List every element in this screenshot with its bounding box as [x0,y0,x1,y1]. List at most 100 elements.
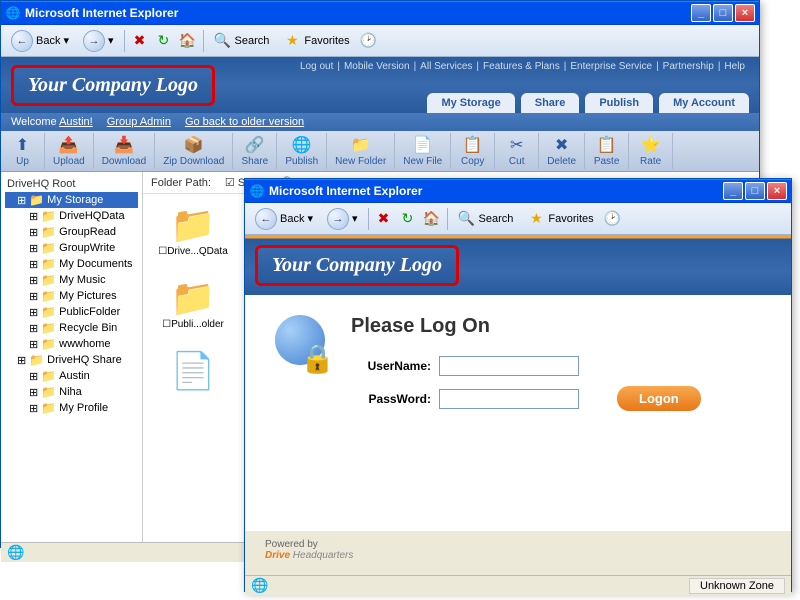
header-tab[interactable]: Share [521,93,580,113]
minimize-button[interactable]: _ [691,4,711,22]
status-bar: 🌐 Unknown Zone [245,575,791,595]
file-icon: 📄 [171,350,216,392]
search-button[interactable]: 🔍Search [454,208,518,230]
password-input[interactable] [439,389,579,409]
user-link[interactable]: Austin! [59,116,93,128]
older-version-link[interactable]: Go back to older version [185,116,304,128]
action-icon: ✖ [552,135,572,155]
header-link[interactable]: Enterprise Service [566,61,656,72]
action-zip-download[interactable]: 📦Zip Download [155,133,233,169]
brand-drive: Drive [265,550,290,561]
header-tab[interactable]: My Account [659,93,749,113]
action-new-folder[interactable]: 📁New Folder [327,133,395,169]
refresh-icon[interactable]: ↻ [399,210,417,228]
folder-icon: 📁 [41,305,56,319]
arrow-left-icon: ← [255,208,277,230]
folder-icon: 📁 [41,369,56,383]
group-admin-link[interactable]: Group Admin [107,116,171,128]
action-upload[interactable]: 📤Upload [45,133,94,169]
favorites-button[interactable]: ★Favorites [279,30,353,52]
action-up[interactable]: ⬆Up [1,133,45,169]
action-icon: 📄 [413,135,433,155]
username-input[interactable] [439,356,579,376]
home-icon[interactable]: 🏠 [179,32,197,50]
history-icon[interactable]: 🕑 [360,32,378,50]
action-paste[interactable]: 📋Paste [585,133,629,169]
folder-icon: 📁 [171,277,216,319]
favorites-button[interactable]: ★Favorites [523,208,597,230]
close-button[interactable]: × [767,182,787,200]
tree-item[interactable]: ⊞📁Niha [5,384,138,400]
tree-item[interactable]: ⊞📁wwwhome [5,336,138,352]
action-new-file[interactable]: 📄New File [395,133,451,169]
maximize-button[interactable]: □ [713,4,733,22]
header-tabs: My Storage SharePublish My Account [427,93,749,113]
folder-icon: 📁 [41,289,56,303]
maximize-button[interactable]: □ [745,182,765,200]
arrow-left-icon: ← [11,30,33,52]
tree-item[interactable]: ⊞📁GroupWrite [5,240,138,256]
ie-icon: 🌐 [249,183,265,199]
titlebar[interactable]: 🌐 Microsoft Internet Explorer _ □ × [245,179,791,203]
company-logo: Your Company Logo [28,74,198,97]
action-icon: ✂ [507,135,527,155]
header-link[interactable]: Features & Plans [479,61,564,72]
search-button[interactable]: 🔍Search [210,30,274,52]
tree-item[interactable]: ⊞📁DriveHQData [5,208,138,224]
tree-root[interactable]: DriveHQ Root [5,176,138,192]
action-delete[interactable]: ✖Delete [539,133,585,169]
header-link[interactable]: Mobile Version [340,61,414,72]
header-link[interactable]: Log out [296,61,337,72]
folder-icon: 📁 [29,193,44,207]
tree-pane: DriveHQ Root ⊞📁My Storage⊞📁DriveHQData⊞📁… [1,172,143,542]
search-icon: 🔍 [458,210,476,228]
header-link[interactable]: All Services [416,61,476,72]
ie-status-icon: 🌐 [251,577,269,595]
minimize-button[interactable]: _ [723,182,743,200]
tree-item[interactable]: ⊞📁DriveHQ Share [5,352,138,368]
action-copy[interactable]: 📋Copy [451,133,495,169]
action-icon: 🔗 [245,135,265,155]
action-cut[interactable]: ✂Cut [495,133,539,169]
tree-item[interactable]: ⊞📁My Storage [5,192,138,208]
titlebar[interactable]: 🌐 Microsoft Internet Explorer _ □ × [1,1,759,25]
separator [447,208,448,230]
tree-item[interactable]: ⊞📁My Pictures [5,288,138,304]
close-button[interactable]: × [735,4,755,22]
forward-button[interactable]: →▾ [323,206,362,232]
header-tab[interactable]: My Storage [427,93,514,113]
tree-item[interactable]: ⊞📁My Documents [5,256,138,272]
home-icon[interactable]: 🏠 [423,210,441,228]
separator [368,208,369,230]
action-download[interactable]: 📥Download [94,133,155,169]
back-button[interactable]: ←Back▾ [7,28,73,54]
forward-button[interactable]: →▾ [79,28,118,54]
folder-icon: 📁 [41,257,56,271]
stop-icon[interactable]: ✖ [131,32,149,50]
header-link[interactable]: Partnership [659,61,718,72]
tree-item[interactable]: ⊞📁PublicFolder [5,304,138,320]
arrow-right-icon: → [83,30,105,52]
logon-button[interactable]: Logon [617,386,701,411]
action-rate[interactable]: ⭐Rate [629,133,673,169]
tree-item[interactable]: ⊞📁Recycle Bin [5,320,138,336]
header-link[interactable]: Help [720,61,749,72]
separator [124,30,125,52]
history-icon[interactable]: 🕑 [604,210,622,228]
refresh-icon[interactable]: ↻ [155,32,173,50]
folder-item[interactable]: 📁 ☐Drive...QData [153,204,233,257]
tree-item[interactable]: ⊞📁Austin [5,368,138,384]
tree-item[interactable]: ⊞📁My Profile [5,400,138,416]
action-icon: 📋 [597,135,617,155]
stop-icon[interactable]: ✖ [375,210,393,228]
file-item[interactable]: 📄 [153,350,233,392]
action-share[interactable]: 🔗Share [233,133,277,169]
back-button[interactable]: ←Back▾ [251,206,317,232]
window-title: Microsoft Internet Explorer [25,6,691,20]
folder-item[interactable]: 📁 ☐Publi...older [153,277,233,330]
action-icon: 📁 [351,135,371,155]
action-publish[interactable]: 🌐Publish [277,133,327,169]
header-tab[interactable]: Publish [585,93,653,113]
tree-item[interactable]: ⊞📁GroupRead [5,224,138,240]
tree-item[interactable]: ⊞📁My Music [5,272,138,288]
